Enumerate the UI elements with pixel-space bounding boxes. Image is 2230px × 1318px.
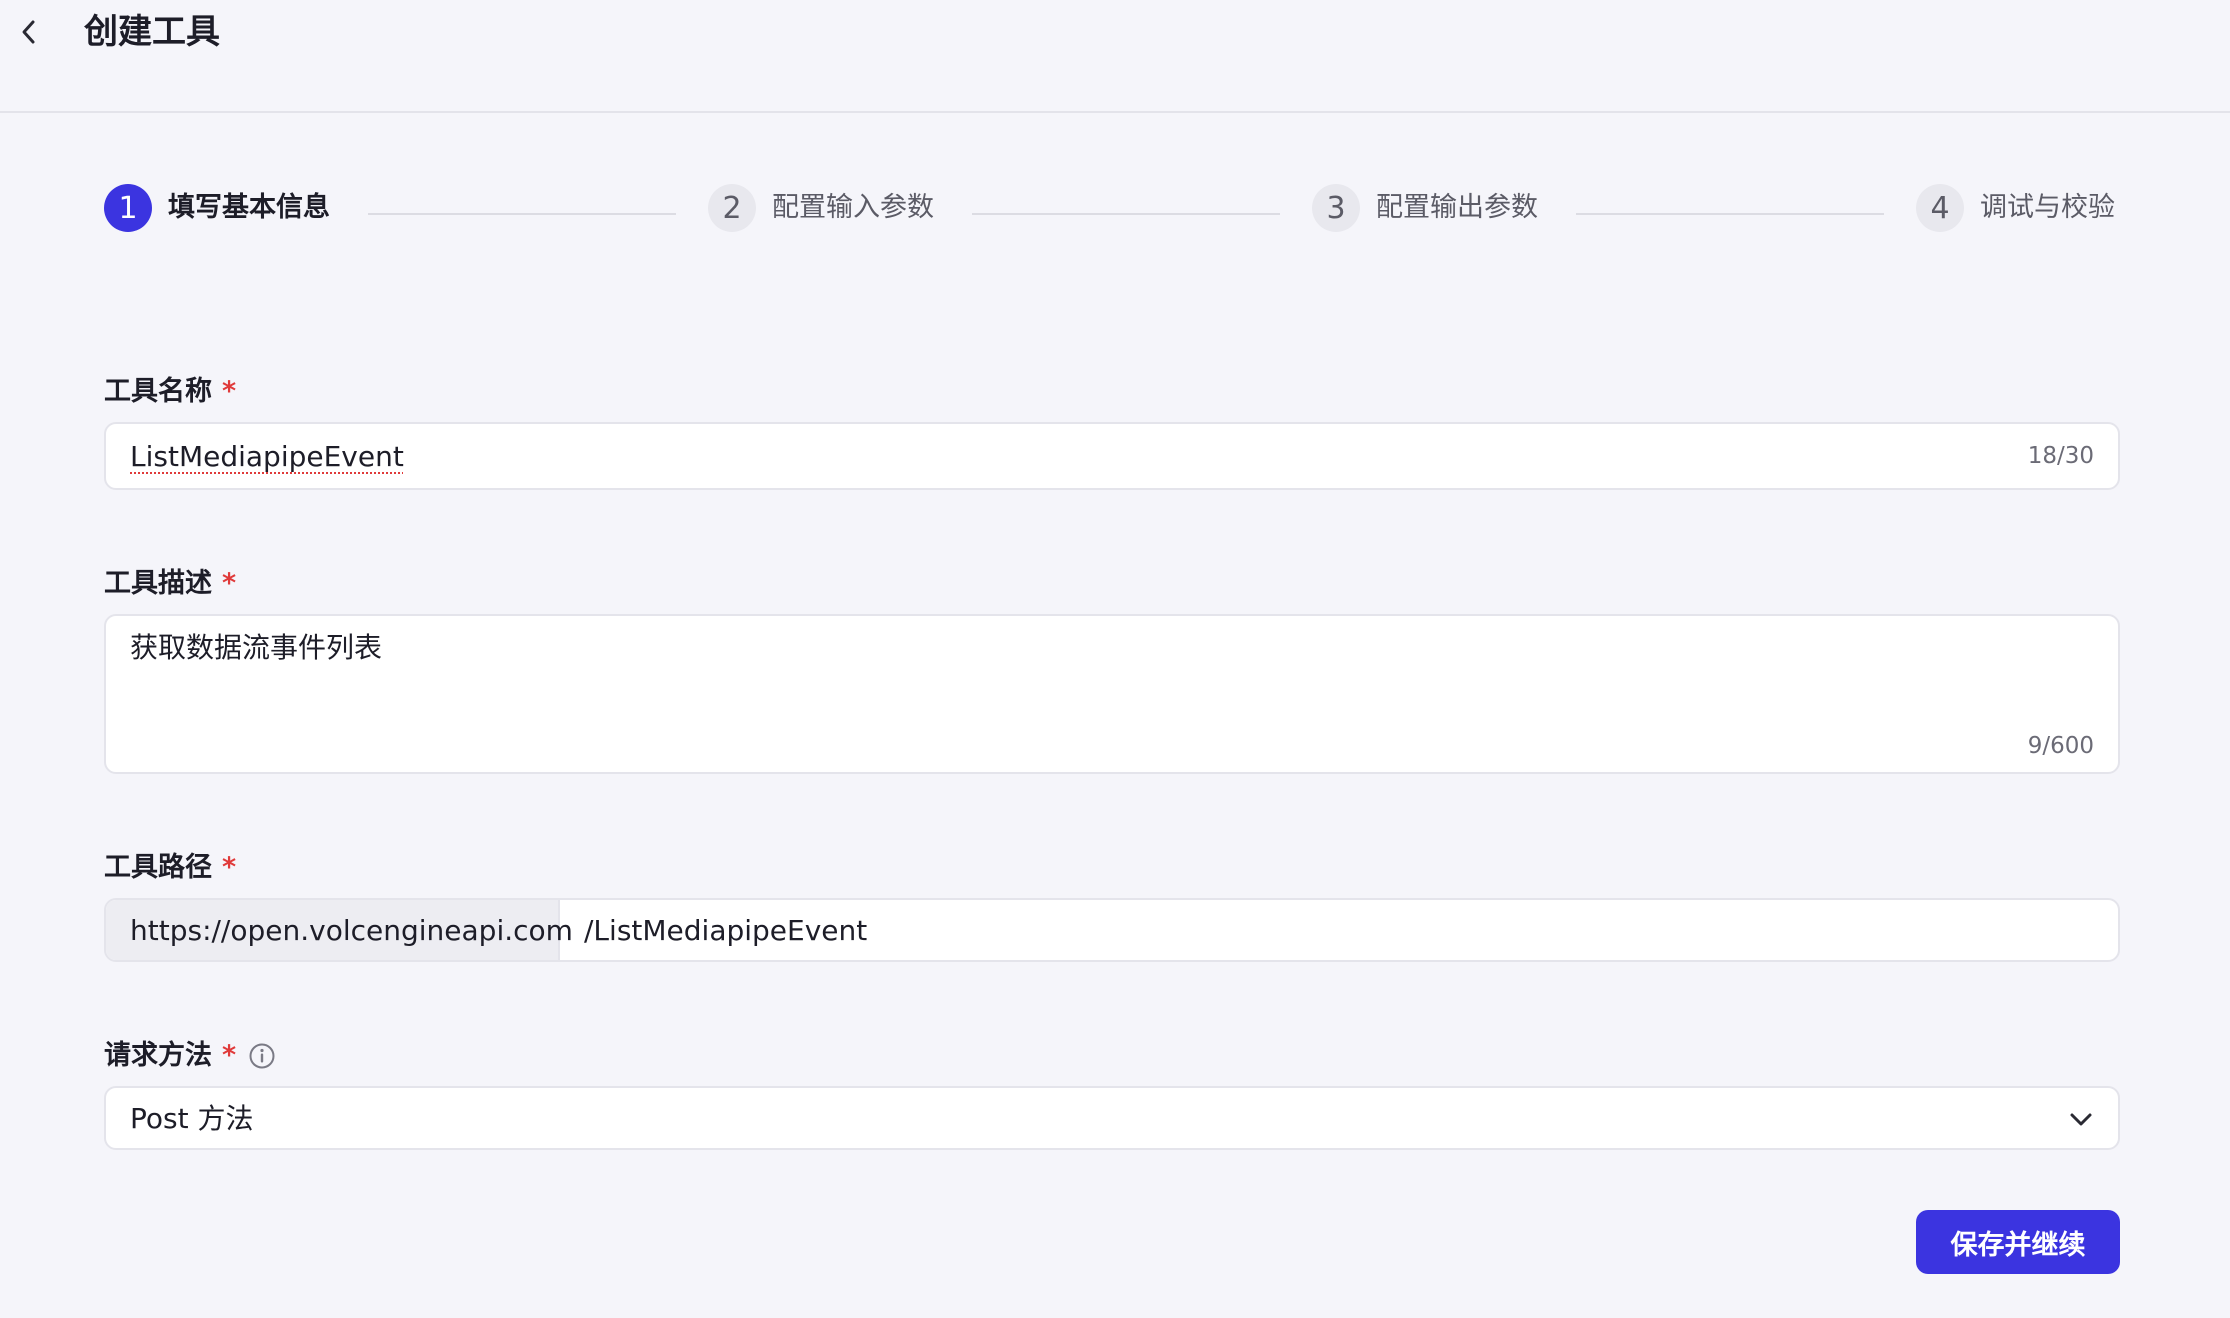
- page-header: 创建工具: [0, 0, 2230, 113]
- request-method-value: Post 方法: [130, 1102, 254, 1135]
- tool-description-counter: 9/600: [2027, 733, 2094, 759]
- tool-path-input-group: https://open.volcengineapi.com /ListMedi…: [104, 898, 2120, 962]
- step-1-label: 填写基本信息: [168, 192, 330, 223]
- tool-description-label: 工具描述 *: [104, 564, 236, 604]
- tool-name-label-text: 工具名称: [104, 376, 212, 407]
- tool-path-label: 工具路径 *: [104, 848, 236, 888]
- step-3-label: 配置输出参数: [1376, 192, 1538, 223]
- chevron-left-icon: [22, 20, 35, 44]
- tool-path-value: /ListMediapipeEvent: [584, 914, 868, 947]
- step-1-number: 1: [104, 184, 152, 232]
- tool-description-textarea[interactable]: 获取数据流事件列表 9/600: [104, 614, 2120, 774]
- stepper: 1 填写基本信息 2 配置输入参数 3 配置输出参数 4 调试与校验: [0, 184, 2230, 236]
- request-method-label: 请求方法 *: [104, 1036, 276, 1076]
- step-connector: [1576, 213, 1884, 215]
- tool-name-value: ListMediapipeEvent: [130, 440, 404, 473]
- page-title: 创建工具: [84, 12, 220, 52]
- step-2-label: 配置输入参数: [772, 192, 934, 223]
- info-icon[interactable]: [248, 1042, 276, 1070]
- tool-name-counter: 18/30: [2027, 443, 2094, 469]
- create-tool-page: 创建工具 1 填写基本信息 2 配置输入参数 3 配置输出参数 4 调试与校验 …: [0, 0, 2230, 1318]
- required-mark: *: [222, 1040, 237, 1071]
- step-connector: [972, 213, 1280, 215]
- step-3-number: 3: [1312, 184, 1360, 232]
- tool-path-prefix-text: https://open.volcengineapi.com: [130, 914, 573, 947]
- required-mark: *: [222, 376, 237, 407]
- tool-description-label-text: 工具描述: [104, 568, 212, 599]
- step-4-label: 调试与校验: [1980, 192, 2115, 223]
- required-mark: *: [222, 568, 237, 599]
- tool-path-prefix: https://open.volcengineapi.com: [106, 900, 573, 960]
- step-2-number: 2: [708, 184, 756, 232]
- back-button[interactable]: [12, 12, 46, 52]
- tool-path-label-text: 工具路径: [104, 852, 212, 883]
- tool-name-label: 工具名称 *: [104, 372, 236, 412]
- step-4-number: 4: [1916, 184, 1964, 232]
- tool-path-input[interactable]: /ListMediapipeEvent: [560, 900, 2118, 960]
- step-connector: [368, 213, 676, 215]
- request-method-label-text: 请求方法: [104, 1040, 212, 1071]
- required-mark: *: [222, 852, 237, 883]
- save-and-continue-button[interactable]: 保存并继续: [1916, 1210, 2120, 1274]
- chevron-down-icon: [2070, 1113, 2092, 1126]
- request-method-select[interactable]: Post 方法: [104, 1086, 2120, 1150]
- tool-description-value: 获取数据流事件列表: [130, 631, 383, 664]
- tool-name-input[interactable]: ListMediapipeEvent 18/30: [104, 422, 2120, 490]
